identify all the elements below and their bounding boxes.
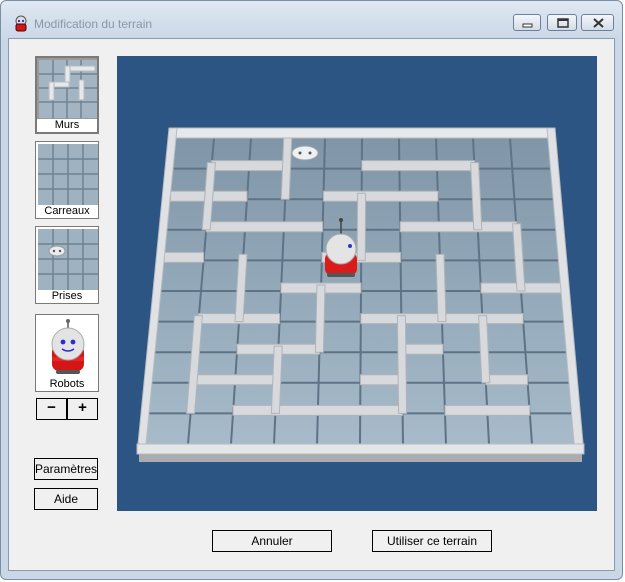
walls-label: Murs	[37, 119, 97, 132]
wall-segment	[232, 404, 404, 416]
tiles-preview-icon	[38, 144, 98, 206]
wall-segment	[401, 343, 444, 355]
terrain-board	[136, 127, 585, 462]
walls-preview-icon	[39, 60, 97, 118]
robot-icon	[15, 15, 27, 32]
wall-segment	[444, 404, 531, 416]
robot-preview-icon	[38, 317, 98, 377]
wall-segment	[210, 160, 288, 172]
wall-segment	[322, 190, 439, 202]
wall-segment	[356, 192, 367, 261]
tool-walls[interactable]: Murs	[35, 56, 99, 134]
editor-window: Modification du terrain Murs Carreaux Pr…	[0, 0, 623, 580]
maximize-icon	[557, 18, 569, 28]
wall-segment	[485, 374, 529, 386]
terrain-3d-view[interactable]	[117, 56, 597, 511]
settings-button[interactable]: Paramètres	[34, 458, 98, 480]
increase-robots-button[interactable]: +	[67, 398, 98, 420]
wall-segment	[205, 221, 324, 233]
help-button[interactable]: Aide	[34, 488, 98, 510]
outlets-preview-icon	[38, 229, 98, 291]
minimize-icon	[522, 23, 533, 28]
wall-segment	[359, 374, 403, 386]
wall-segment	[163, 251, 205, 263]
maximize-button[interactable]	[547, 14, 577, 31]
outlet-icon	[291, 145, 319, 161]
outlets-label: Prises	[36, 290, 98, 303]
wall-segment	[314, 284, 326, 353]
wall-segment	[399, 221, 518, 233]
minimize-button[interactable]	[513, 14, 541, 31]
tool-outlets[interactable]: Prises	[35, 226, 99, 304]
wall-segment	[435, 253, 447, 323]
title-bar[interactable]: Modification du terrain	[1, 1, 622, 37]
decrease-robots-button[interactable]: −	[36, 398, 67, 420]
close-icon	[593, 18, 604, 28]
client-area: Murs Carreaux Prises Robots − + Paramètr…	[8, 38, 615, 571]
use-terrain-button[interactable]: Utiliser ce terrain	[372, 530, 492, 552]
robots-label: Robots	[36, 378, 98, 391]
tiles-label: Carreaux	[36, 205, 98, 218]
close-button[interactable]	[581, 14, 614, 31]
cancel-button[interactable]: Annuler	[212, 530, 332, 552]
wall-segment	[192, 374, 278, 386]
tool-robots[interactable]: Robots	[35, 314, 99, 392]
tool-tiles[interactable]: Carreaux	[35, 141, 99, 219]
wall-segment	[396, 315, 408, 414]
window-title: Modification du terrain	[34, 17, 153, 31]
wall-segment	[361, 160, 476, 172]
